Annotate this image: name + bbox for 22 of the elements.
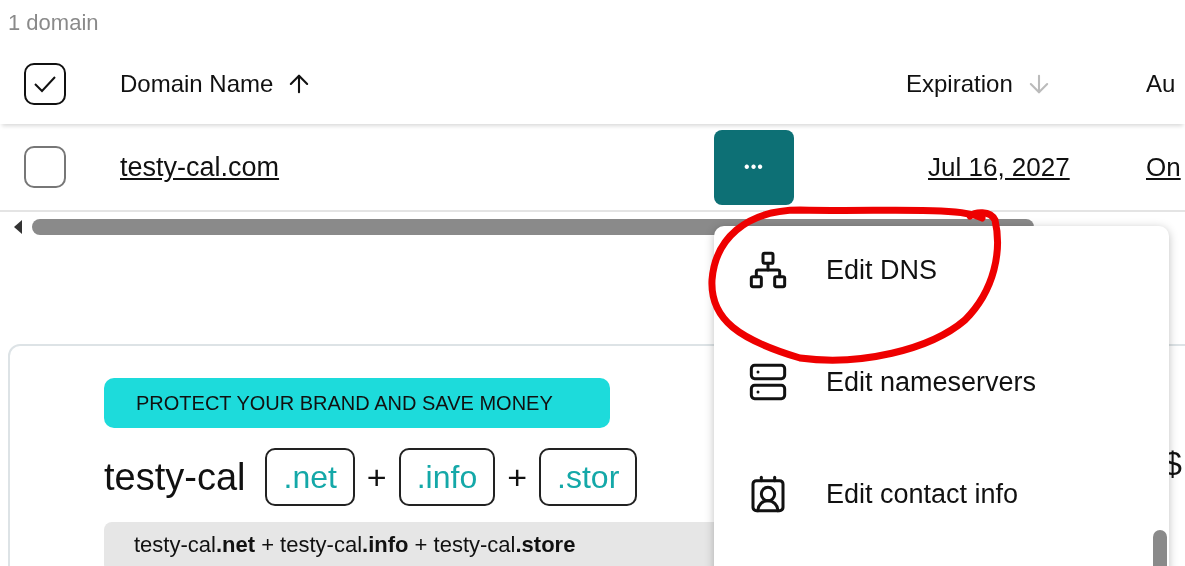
- domain-name: testy-cal: [104, 454, 246, 500]
- domain-count: 1 domain: [8, 10, 99, 35]
- table-cell[interactable]: On: [1146, 147, 1181, 187]
- menu-item[interactable]: Edit contact info: [714, 468, 1169, 566]
- menu-item[interactable]: Edit DNS: [714, 244, 1169, 356]
- domain-link[interactable]: testy-cal.com: [120, 151, 280, 182]
- bundle-summary: testy-cal.net + testy-cal.info + testy-cal.store: [134, 532, 576, 557]
- server-icon: [748, 362, 788, 402]
- plus-sign: +: [366, 456, 387, 498]
- menu-item[interactable]: Edit nameservers: [714, 356, 1169, 468]
- checkmark-icon: [33, 75, 57, 93]
- column-header[interactable]: Au: [1146, 66, 1176, 102]
- checkbox[interactable]: [24, 146, 66, 188]
- expiration-link[interactable]: Jul 16, 2027: [928, 151, 1070, 182]
- column-header[interactable]: Expiration: [906, 66, 1013, 102]
- sitemap-icon: [748, 250, 788, 290]
- column-header[interactable]: Domain Name: [120, 66, 274, 102]
- more-button[interactable]: •••: [714, 129, 794, 205]
- scroll-left-icon[interactable]: [14, 220, 24, 234]
- promo-badge: PROTECT YOUR BRAND AND SAVE MONEY: [104, 378, 610, 428]
- checkbox[interactable]: [24, 63, 66, 105]
- plus-sign: +: [507, 456, 528, 498]
